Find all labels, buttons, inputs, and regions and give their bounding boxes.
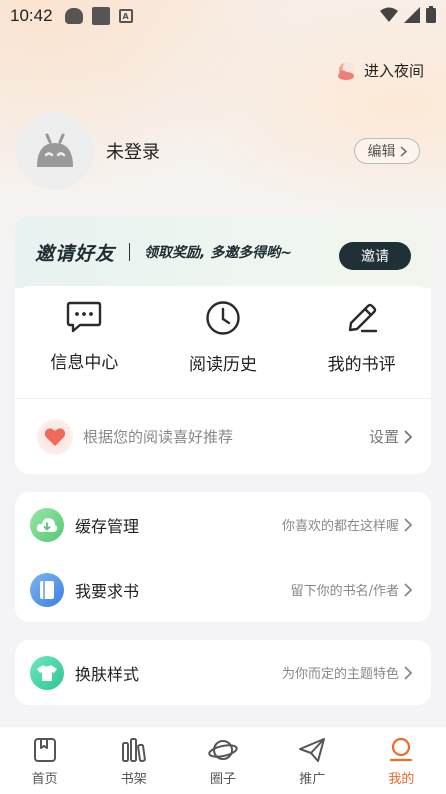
list-item-hint: 你喜欢的都在这样喔: [281, 519, 399, 534]
pencil-icon: [348, 303, 377, 333]
tab-bookshelf[interactable]: 书架: [89, 727, 178, 794]
cloud-download-icon: [30, 507, 64, 542]
app-notification-icon: [64, 8, 83, 24]
list-card-theme: 换肤样式 为你而定的主题特色: [15, 640, 431, 705]
list-item-cache-management[interactable]: 缓存管理 你喜欢的都在这样喔: [15, 492, 431, 557]
home-book-icon: [33, 738, 56, 762]
heart-badge: [37, 418, 73, 455]
robot-avatar-icon: [37, 133, 73, 167]
list-item-title: 我要求书: [75, 581, 140, 601]
avatar[interactable]: [16, 112, 94, 190]
profile-icon: [390, 737, 413, 762]
list-item-title: 换肤样式: [75, 664, 140, 684]
tab-mine[interactable]: 我的: [357, 727, 446, 794]
list-item-hint: 为你而定的主题特色: [281, 667, 399, 682]
shirt-glyph: [37, 664, 57, 681]
night-mode-label: 进入夜间: [363, 62, 424, 80]
invite-button[interactable]: 邀请: [339, 242, 411, 270]
tab-label: 圈子: [210, 772, 237, 787]
book-icon: [30, 572, 64, 607]
chevron-right-icon: [404, 517, 413, 532]
list-item-skin-style[interactable]: 换肤样式 为你而定的主题特色: [15, 640, 431, 705]
quick-action-label: 信息中心: [50, 353, 119, 373]
moon-cloud-icon: [337, 61, 355, 80]
invite-title: 邀请好友: [35, 242, 116, 265]
chevron-right-icon: [399, 145, 407, 157]
list-card-tools: 缓存管理 你喜欢的都在这样喔 我要求书 留下你的书名/作者: [15, 492, 431, 622]
status-bar: 10:42 A: [0, 0, 446, 32]
clock-icon: [206, 301, 240, 335]
chevron-right-icon: [404, 582, 413, 597]
heart-icon: [44, 427, 66, 446]
list-item-title: 缓存管理: [75, 516, 140, 536]
quick-action-reading-history[interactable]: 阅读历史: [154, 286, 293, 398]
edit-label: 编辑: [367, 144, 396, 160]
settings-label: 设置: [368, 428, 399, 446]
quick-action-label: 我的书评: [327, 355, 396, 375]
bottom-tab-bar: 首页 书架 圈子 推广 我的: [0, 726, 446, 794]
invite-subtitle: 领取奖励, 多邀多得哟~: [144, 245, 292, 261]
message-icon: [67, 301, 102, 333]
tab-label: 首页: [31, 772, 58, 787]
status-time: 10:42: [10, 6, 53, 25]
invite-divider: [129, 243, 131, 261]
quick-action-my-reviews[interactable]: 我的书评: [292, 286, 431, 398]
square-notification-icon: [91, 7, 110, 25]
tab-home[interactable]: 首页: [0, 727, 89, 794]
main-card: 邀请好友 领取奖励, 多邀多得哟~ 邀请 信息中心 阅读历史 我的书评 根据您的…: [15, 216, 431, 474]
list-item-request-book[interactable]: 我要求书 留下你的书名/作者: [15, 557, 431, 622]
night-mode-toggle[interactable]: 进入夜间: [336, 60, 424, 81]
tab-promote[interactable]: 推广: [268, 727, 357, 794]
book-glyph: [40, 580, 54, 599]
profile-section[interactable]: 未登录: [16, 112, 160, 190]
recommend-settings-link[interactable]: 设置: [369, 426, 413, 447]
edit-profile-button[interactable]: 编辑: [354, 138, 420, 164]
quick-action-message-center[interactable]: 信息中心: [15, 286, 154, 398]
tab-label: 我的: [388, 772, 415, 787]
recommend-text: 根据您的阅读喜好推荐: [83, 428, 234, 446]
shirt-icon: [30, 655, 64, 690]
chevron-right-icon: [404, 665, 413, 680]
planet-icon: [208, 740, 238, 760]
tab-label: 书架: [120, 772, 147, 787]
signal-icon: [404, 6, 420, 23]
recommend-row[interactable]: 根据您的阅读喜好推荐 设置: [15, 399, 431, 474]
list-item-hint: 留下你的书名/作者: [290, 584, 399, 599]
bookshelf-icon: [121, 738, 146, 763]
tab-label: 推广: [299, 772, 326, 787]
cloud-download-glyph: [36, 517, 58, 532]
tab-circle[interactable]: 圈子: [178, 727, 267, 794]
quick-action-label: 阅读历史: [189, 355, 257, 375]
letter-notification-icon: A: [118, 9, 133, 23]
wifi-icon: [380, 7, 398, 22]
quick-actions: 信息中心 阅读历史 我的书评: [15, 286, 431, 398]
paper-plane-icon: [299, 738, 326, 762]
login-status[interactable]: 未登录: [106, 138, 160, 164]
invite-banner[interactable]: 邀请好友 领取奖励, 多邀多得哟~ 邀请: [15, 216, 431, 288]
chevron-right-icon: [404, 429, 413, 444]
battery-icon: [426, 6, 436, 23]
